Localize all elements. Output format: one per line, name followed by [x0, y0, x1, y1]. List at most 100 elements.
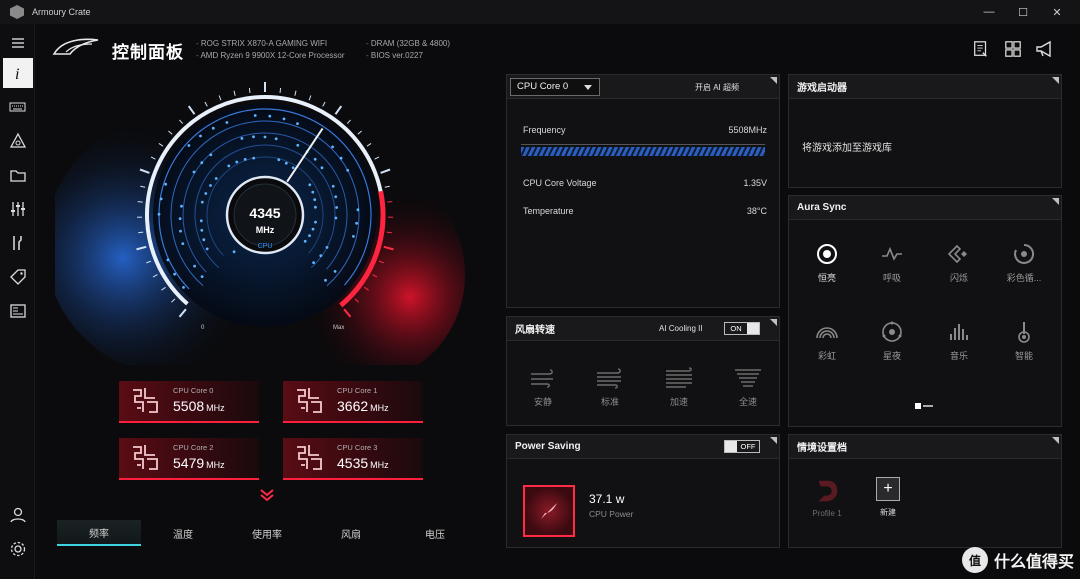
gauge-circuit-dot — [253, 114, 257, 117]
tab-voltage[interactable]: 电压 — [393, 520, 477, 546]
core-card-3: CPU Core 3 4535 MHz — [283, 438, 423, 480]
gauge-circuit-dot — [232, 250, 236, 254]
sidebar-item-deals[interactable] — [3, 262, 33, 292]
sidebar-item-gamevisual[interactable] — [3, 160, 33, 190]
gauge-circuit-dot — [296, 122, 299, 125]
power-panel-header: Power Saving OFF — [507, 435, 779, 459]
tab-temperature[interactable]: 温度 — [141, 520, 225, 546]
hamburger-menu-icon[interactable] — [3, 28, 33, 58]
tab-fan[interactable]: 风扇 — [309, 520, 393, 546]
cpu-circuit-icon — [297, 388, 322, 413]
new-profile-button[interactable]: + 新建 — [869, 477, 907, 518]
megaphone-icon — [1036, 40, 1051, 58]
tab-frequency[interactable]: 频率 — [57, 520, 141, 546]
document-icon — [974, 41, 987, 57]
core-value: 5508 MHz — [173, 398, 225, 414]
aura-panel-title: Aura Sync — [797, 202, 847, 213]
aura-pager[interactable] — [915, 403, 933, 409]
scenario-profiles-panel: 情境设置档 Profile 1 + 新建 — [788, 434, 1062, 548]
ai-overclock-button[interactable]: 开启 AI 超频 — [695, 82, 739, 93]
fan-mode-silent[interactable]: 安静 — [517, 367, 569, 408]
cpu-core-select[interactable]: CPU Core 0 — [510, 77, 600, 96]
gauge-circuit-dot — [335, 206, 338, 209]
aura-effect-strobing[interactable]: 闪烁 — [929, 242, 989, 284]
fan-mode-full[interactable]: 全速 — [722, 367, 774, 408]
game-launcher-panel: 游戏启动器 将游戏添加至游戏库 — [788, 74, 1062, 188]
game-panel-header: 游戏启动器 — [789, 75, 1061, 99]
frequency-row: Frequency 5508MHz — [523, 125, 767, 135]
sidebar-item-aura[interactable] — [3, 126, 33, 156]
fan-mode-standard[interactable]: 标准 — [584, 367, 636, 408]
window-controls: — ☐ ✕ — [972, 0, 1074, 24]
gauge-tick — [248, 87, 251, 93]
aura-effect-breathing[interactable]: 呼吸 — [862, 242, 922, 284]
tab-usage[interactable]: 使用率 — [225, 520, 309, 546]
gauge-circuit-dot — [211, 126, 215, 130]
aura-effect-rainbow[interactable]: 彩虹 — [797, 320, 857, 362]
title-bar: Armoury Crate — ☐ ✕ — [0, 0, 1080, 24]
system-info-left: ROG STRIX X870-A GAMING WIFI AMD Ryzen 9… — [196, 38, 344, 62]
fan-mode-turbo[interactable]: 加速 — [653, 367, 705, 408]
gauge-tick — [308, 95, 312, 101]
dropdown-caret-icon — [584, 84, 592, 90]
gauge-tick — [386, 231, 392, 234]
gauge-circuit-dot — [159, 197, 163, 201]
sidebar-item-news[interactable] — [3, 296, 33, 326]
gauge-circuit-dot — [200, 161, 204, 165]
aura-effect-music[interactable]: 音乐 — [929, 320, 989, 362]
aura-effect-color-cycle[interactable]: 彩色循... — [994, 242, 1054, 284]
gauge-circuit-dot — [303, 239, 307, 243]
layout-button[interactable] — [1002, 38, 1024, 60]
gauge-tick — [357, 130, 362, 135]
tag-icon — [10, 269, 26, 285]
sidebar-item-settings[interactable] — [3, 534, 33, 564]
power-saving-toggle[interactable]: OFF — [724, 440, 760, 453]
wind-full-icon — [735, 369, 761, 387]
aura-effect-smart[interactable]: 智能 — [994, 320, 1054, 362]
core-card-0: CPU Core 0 5508 MHz — [119, 381, 259, 423]
report-button[interactable] — [970, 38, 992, 60]
core-value: 3662 MHz — [337, 398, 389, 414]
gauge-tick — [366, 142, 372, 147]
panel-corner-icon — [770, 77, 777, 84]
gauge-circuit-dot — [200, 228, 204, 232]
cpu-power-label: CPU Power — [589, 509, 634, 519]
maximize-button[interactable]: ☐ — [1006, 0, 1040, 24]
gauge-tick — [294, 90, 297, 96]
gauge-circuit-dot — [274, 137, 278, 141]
sidebar-item-info[interactable]: i — [3, 58, 33, 88]
gauge-circuit-dot — [291, 166, 295, 170]
ai-cooling-toggle[interactable]: ON — [724, 322, 760, 335]
sidebar-item-tools[interactable] — [3, 228, 33, 258]
core-card-2: CPU Core 2 5479 MHz — [119, 438, 259, 480]
cpu-panel-header: CPU Core 0 开启 AI 超频 — [507, 75, 779, 99]
watermark-text: 什么值得买 — [993, 554, 1074, 571]
dram-info: DRAM (32GB & 4800) — [366, 38, 450, 50]
core-label: CPU Core 3 — [337, 443, 378, 452]
cpu-frequency-gauge: 4345 MHz CPU 0 Max — [55, 82, 465, 365]
gauge-circuit-dot — [173, 272, 176, 276]
announcement-button[interactable] — [1034, 38, 1056, 60]
sidebar-item-tuning[interactable] — [3, 194, 33, 224]
sidebar-item-user[interactable] — [3, 500, 33, 530]
aura-effect-starry-night[interactable]: 星夜 — [862, 320, 922, 362]
gauge-circuit-dot — [331, 184, 335, 188]
panel-corner-icon — [1052, 77, 1059, 84]
add-game-link[interactable]: 将游戏添加至游戏库 — [802, 139, 892, 154]
core-value: 5479 MHz — [173, 455, 225, 471]
minimize-button[interactable]: — — [972, 0, 1006, 24]
gauge-circuit-dot — [339, 156, 343, 160]
fan-panel-title: 风扇转速 — [515, 325, 555, 336]
gauge-circuit-dot — [166, 258, 170, 262]
panel-corner-icon — [1052, 437, 1059, 444]
gear-icon — [10, 541, 26, 557]
aura-effect-static[interactable]: 恒亮 — [797, 242, 857, 284]
profile-1[interactable]: Profile 1 — [807, 477, 847, 518]
close-button[interactable]: ✕ — [1040, 0, 1074, 24]
gauge-circuit-dot — [311, 227, 315, 231]
rog-logo-icon — [52, 38, 99, 55]
gauge-circuit-dot — [178, 217, 182, 221]
music-bars-icon — [950, 324, 968, 340]
expand-chevron-icon[interactable] — [259, 488, 275, 502]
sidebar-item-keyboard[interactable] — [3, 92, 33, 122]
